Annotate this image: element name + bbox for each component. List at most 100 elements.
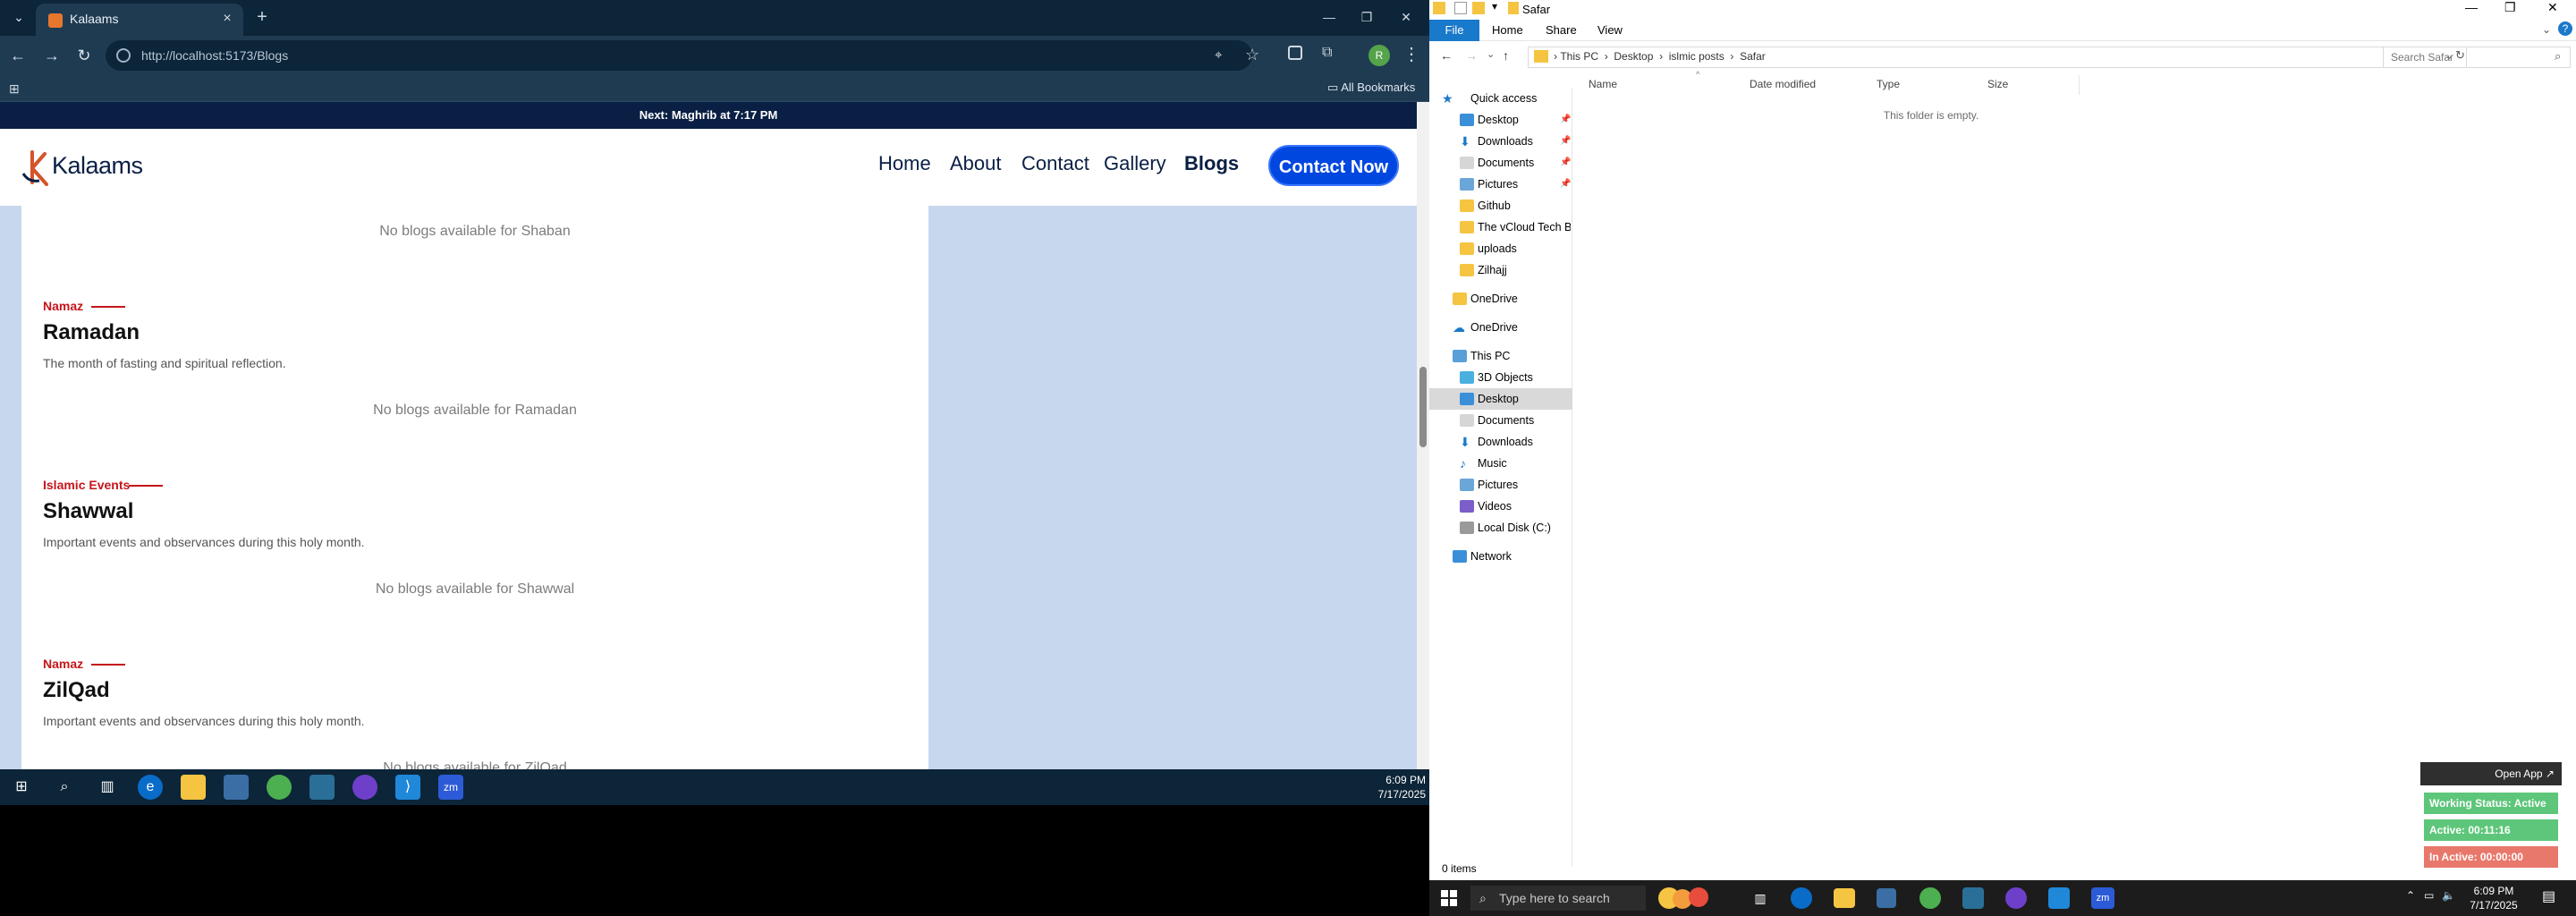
windows-start-icon[interactable] bbox=[1440, 889, 1458, 907]
chrome-icon[interactable] bbox=[1919, 887, 1941, 909]
nav-item[interactable]: ☁ OneDrive bbox=[1429, 317, 1572, 338]
recent-locations-icon[interactable]: ⌄ bbox=[1487, 48, 1495, 60]
vscode-icon[interactable] bbox=[2048, 887, 2070, 909]
tab-kalaams[interactable]: Kalaams × bbox=[36, 4, 243, 36]
nav-item[interactable]: Local Disk (C:) bbox=[1429, 517, 1572, 539]
back-icon[interactable]: ← bbox=[1440, 48, 1453, 63]
nav-item[interactable]: This PC bbox=[1429, 345, 1572, 367]
puzzle-icon[interactable]: ⧉ bbox=[1322, 45, 1338, 61]
nav-item[interactable]: The vCloud Tech Bl bbox=[1429, 216, 1572, 238]
forward-icon[interactable]: → bbox=[41, 45, 63, 66]
file-explorer-icon[interactable] bbox=[1834, 888, 1855, 908]
close-tab-icon[interactable]: × bbox=[218, 10, 236, 28]
chrome-icon[interactable] bbox=[267, 775, 292, 800]
nav-item[interactable]: Videos bbox=[1429, 496, 1572, 517]
expand-ribbon-icon[interactable]: ⌄ bbox=[2542, 23, 2551, 36]
column-type[interactable]: Type bbox=[1877, 78, 1900, 90]
crumb-desktop[interactable]: Desktop bbox=[1614, 50, 1653, 63]
all-bookmarks[interactable]: ▭ All Bookmarks bbox=[1327, 81, 1415, 95]
nav-gallery[interactable]: Gallery bbox=[1104, 152, 1166, 175]
emoji-icon[interactable] bbox=[1689, 887, 1708, 907]
explorer-search-input[interactable]: Search Safar bbox=[2383, 47, 2571, 68]
taskbar-clock[interactable]: 6:09 PM 7/17/2025 bbox=[1368, 773, 1426, 802]
crumb-islmic-posts[interactable]: islmic posts bbox=[1669, 50, 1724, 63]
notification-icon[interactable]: ▤ bbox=[2542, 887, 2555, 905]
tab-view[interactable]: View bbox=[1597, 23, 1623, 37]
file-explorer-icon[interactable] bbox=[181, 775, 206, 800]
nav-contact[interactable]: Contact bbox=[1021, 152, 1089, 175]
tab-home[interactable]: Home bbox=[1492, 23, 1523, 37]
nav-item[interactable]: 3D Objects bbox=[1429, 367, 1572, 388]
store-icon[interactable] bbox=[224, 775, 249, 800]
close-window-icon[interactable]: ✕ bbox=[1388, 7, 1424, 27]
profile-avatar[interactable]: R bbox=[1368, 45, 1390, 66]
crumb-this-pc[interactable]: This PC bbox=[1560, 50, 1598, 63]
github-icon[interactable] bbox=[352, 775, 377, 800]
nav-home[interactable]: Home bbox=[878, 152, 931, 175]
nav-item[interactable]: Zilhajj bbox=[1429, 259, 1572, 281]
nav-item[interactable]: Network bbox=[1429, 546, 1572, 567]
nav-item[interactable]: uploads bbox=[1429, 238, 1572, 259]
reload-icon[interactable]: ↻ bbox=[73, 45, 95, 66]
help-icon[interactable]: ? bbox=[2558, 21, 2572, 36]
nav-item[interactable]: ⬇ Downloads bbox=[1429, 431, 1572, 453]
taskbar-clock[interactable]: 6:09 PM 7/17/2025 bbox=[2458, 884, 2529, 912]
nav-item[interactable]: Github bbox=[1429, 195, 1572, 216]
crumb-safar[interactable]: Safar bbox=[1740, 50, 1766, 63]
new-tab-icon[interactable]: + bbox=[252, 7, 272, 27]
store-icon[interactable] bbox=[1877, 888, 1896, 908]
search-icon[interactable]: ⌕ bbox=[52, 775, 77, 800]
app-icon[interactable] bbox=[1962, 887, 1984, 909]
nav-item[interactable]: Pictures bbox=[1429, 474, 1572, 496]
restore-icon[interactable]: ❐ bbox=[1349, 7, 1385, 27]
nav-item-selected[interactable]: Desktop bbox=[1429, 388, 1572, 410]
start-icon[interactable]: ⊞ bbox=[9, 775, 34, 800]
nav-item[interactable]: Desktop 📌 bbox=[1429, 109, 1572, 131]
new-folder-icon[interactable] bbox=[1472, 2, 1485, 14]
volume-icon[interactable]: 🔈 bbox=[2442, 889, 2455, 902]
tab-share[interactable]: Share bbox=[1546, 23, 1577, 37]
close-icon[interactable]: ✕ bbox=[2547, 0, 2558, 15]
zoom-icon[interactable]: zm bbox=[438, 775, 463, 800]
zoom-icon[interactable]: zm bbox=[2091, 887, 2114, 909]
url-text[interactable]: http://localhost:5173/Blogs bbox=[141, 48, 288, 63]
column-name[interactable]: Name bbox=[1589, 78, 1617, 90]
search-icon[interactable]: ⌕ bbox=[2555, 49, 2561, 64]
github-icon[interactable] bbox=[2005, 887, 2027, 909]
edge-icon[interactable]: e bbox=[138, 775, 163, 800]
explorer-address-bar[interactable]: › This PC › Desktop › islmic posts › Saf… bbox=[1528, 47, 2467, 68]
restore-icon[interactable]: ❐ bbox=[2504, 0, 2516, 15]
nav-item[interactable]: OneDrive bbox=[1429, 288, 1572, 310]
column-size[interactable]: Size bbox=[1987, 78, 2008, 90]
app-icon[interactable] bbox=[309, 775, 335, 800]
more-menu-icon[interactable]: ⋮ bbox=[1402, 43, 1420, 66]
nav-blogs[interactable]: Blogs bbox=[1184, 152, 1239, 175]
forward-icon[interactable]: → bbox=[1465, 48, 1478, 63]
nav-item[interactable]: Documents bbox=[1429, 410, 1572, 431]
task-view-icon[interactable]: ▥ bbox=[1748, 886, 1773, 911]
apps-grid-icon[interactable]: ⊞ bbox=[9, 81, 23, 96]
vscode-icon[interactable]: ⟩ bbox=[395, 775, 420, 800]
address-bar[interactable]: http://localhost:5173/Blogs ⌖ ☆ bbox=[106, 40, 1259, 71]
nav-item[interactable]: ★ Quick access bbox=[1429, 88, 1572, 109]
extension-icon[interactable] bbox=[1288, 46, 1302, 60]
nav-item[interactable]: ⬇ Downloads 📌 bbox=[1429, 131, 1572, 152]
nav-item[interactable]: Pictures 📌 bbox=[1429, 174, 1572, 195]
properties-icon[interactable] bbox=[1454, 2, 1467, 14]
nav-item[interactable]: ♪ Music bbox=[1429, 453, 1572, 474]
tab-search-icon[interactable]: ⌄ bbox=[9, 7, 29, 27]
page-scrollbar[interactable] bbox=[1417, 102, 1429, 769]
location-icon[interactable]: ⌖ bbox=[1215, 47, 1222, 63]
site-info-icon[interactable] bbox=[116, 48, 131, 63]
taskbar-search[interactable]: ⌕ Type here to search bbox=[1470, 886, 1646, 911]
open-app-button[interactable]: Open App ↗ bbox=[2420, 762, 2562, 785]
column-date-modified[interactable]: Date modified bbox=[1750, 78, 1816, 90]
back-icon[interactable]: ← bbox=[7, 45, 29, 66]
contact-now-button[interactable]: Contact Now bbox=[1268, 145, 1399, 186]
tab-file[interactable]: File bbox=[1429, 20, 1479, 41]
minimize-icon[interactable]: — bbox=[2465, 0, 2478, 14]
minimize-icon[interactable]: — bbox=[1311, 7, 1347, 27]
tray-chevron-icon[interactable]: ⌃ bbox=[2406, 889, 2415, 902]
nav-about[interactable]: About bbox=[950, 152, 1002, 175]
task-view-icon[interactable]: ▥ bbox=[95, 775, 120, 800]
